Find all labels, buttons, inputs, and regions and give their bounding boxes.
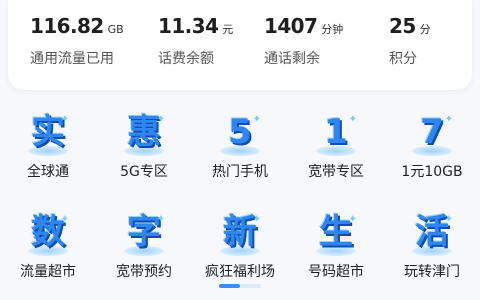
number-5-icon: 5 ✦: [211, 112, 269, 158]
balance-unit: 元: [222, 23, 234, 36]
hui-character-icon: 惠 ✦: [115, 112, 173, 158]
sparkle-decoration: ✦: [444, 214, 453, 225]
shortcut-tile[interactable]: 实 ✦ 全球通: [0, 112, 96, 186]
shi-character-icon: 实 ✦: [19, 112, 77, 158]
shortcut-label: 流量超市: [20, 264, 76, 280]
points-label: 积分: [389, 51, 417, 67]
data-usage-label: 通用流量已用: [30, 51, 114, 67]
sparkle-decoration: ✦: [156, 214, 165, 225]
sparkle-decoration: ✦: [60, 214, 69, 225]
account-summary-card: 116.82 GB 通用流量已用 11.34 元 话费余额 1407 分钟 通话…: [8, 0, 472, 90]
shortcut-label: 5G专区: [120, 164, 168, 180]
huo-character-icon: 活 ✦: [403, 212, 461, 258]
shortcut-label: 全球通: [27, 164, 69, 180]
sparkle-decoration: ✦: [60, 114, 69, 125]
xin-character-icon: 新 ✦: [211, 212, 269, 258]
shortcut-tile[interactable]: 7 ✦ 1元10GB: [384, 112, 480, 186]
sparkle-decoration: ✦: [444, 114, 453, 125]
shortcut-tile[interactable]: 活 ✦ 玩转津门: [384, 212, 480, 286]
balance-label: 话费余额: [158, 51, 214, 67]
data-usage-stat[interactable]: 116.82 GB 通用流量已用: [30, 14, 124, 68]
shortcut-label: 宽带预约: [116, 264, 172, 280]
zi-character-icon: 字 ✦: [115, 212, 173, 258]
balance-value: 11.34: [158, 14, 219, 38]
shortcut-label: 疯狂福利场: [205, 264, 275, 280]
balance-stat[interactable]: 11.34 元 话费余额: [158, 14, 233, 68]
shortcut-label: 玩转津门: [404, 264, 460, 280]
points-stat[interactable]: 25 分 积分: [389, 14, 431, 68]
data-usage-value: 116.82: [30, 14, 104, 38]
sheng-character-icon: 生 ✦: [307, 212, 365, 258]
shortcut-tile[interactable]: 惠 ✦ 5G专区: [96, 112, 192, 186]
shortcut-tile[interactable]: 字 ✦ 宽带预约: [96, 212, 192, 286]
points-unit: 分: [419, 23, 431, 36]
sparkle-decoration: ✦: [156, 114, 165, 125]
page-indicator-active: [219, 284, 240, 288]
shortcut-tile[interactable]: 1 ✦ 宽带专区: [288, 112, 384, 186]
shortcut-tile[interactable]: 数 ✦ 流量超市: [0, 212, 96, 286]
shortcut-label: 号码超市: [308, 264, 364, 280]
call-minutes-unit: 分钟: [321, 23, 344, 36]
shortcut-tile[interactable]: 新 ✦ 疯狂福利场: [192, 212, 288, 286]
sparkle-decoration: ✦: [252, 214, 261, 225]
points-value: 25: [389, 14, 416, 38]
shu-character-icon: 数 ✦: [19, 212, 77, 258]
shortcut-label: 热门手机: [212, 164, 268, 180]
call-minutes-value: 1407: [264, 14, 318, 38]
number-7-icon: 7 ✦: [403, 112, 461, 158]
shortcut-label: 宽带专区: [308, 164, 364, 180]
sparkle-decoration: ✦: [348, 214, 357, 225]
page-indicator: [219, 284, 261, 288]
sparkle-decoration: ✦: [252, 114, 261, 125]
call-minutes-label: 通话剩余: [264, 51, 320, 67]
number-1-icon: 1 ✦: [307, 112, 365, 158]
sparkle-decoration: ✦: [348, 114, 357, 125]
data-usage-unit: GB: [107, 23, 124, 36]
shortcut-tile[interactable]: 5 ✦ 热门手机: [192, 112, 288, 186]
shortcut-label: 1元10GB: [401, 164, 463, 180]
call-minutes-stat[interactable]: 1407 分钟 通话剩余: [264, 14, 343, 68]
shortcut-tile[interactable]: 生 ✦ 号码超市: [288, 212, 384, 286]
